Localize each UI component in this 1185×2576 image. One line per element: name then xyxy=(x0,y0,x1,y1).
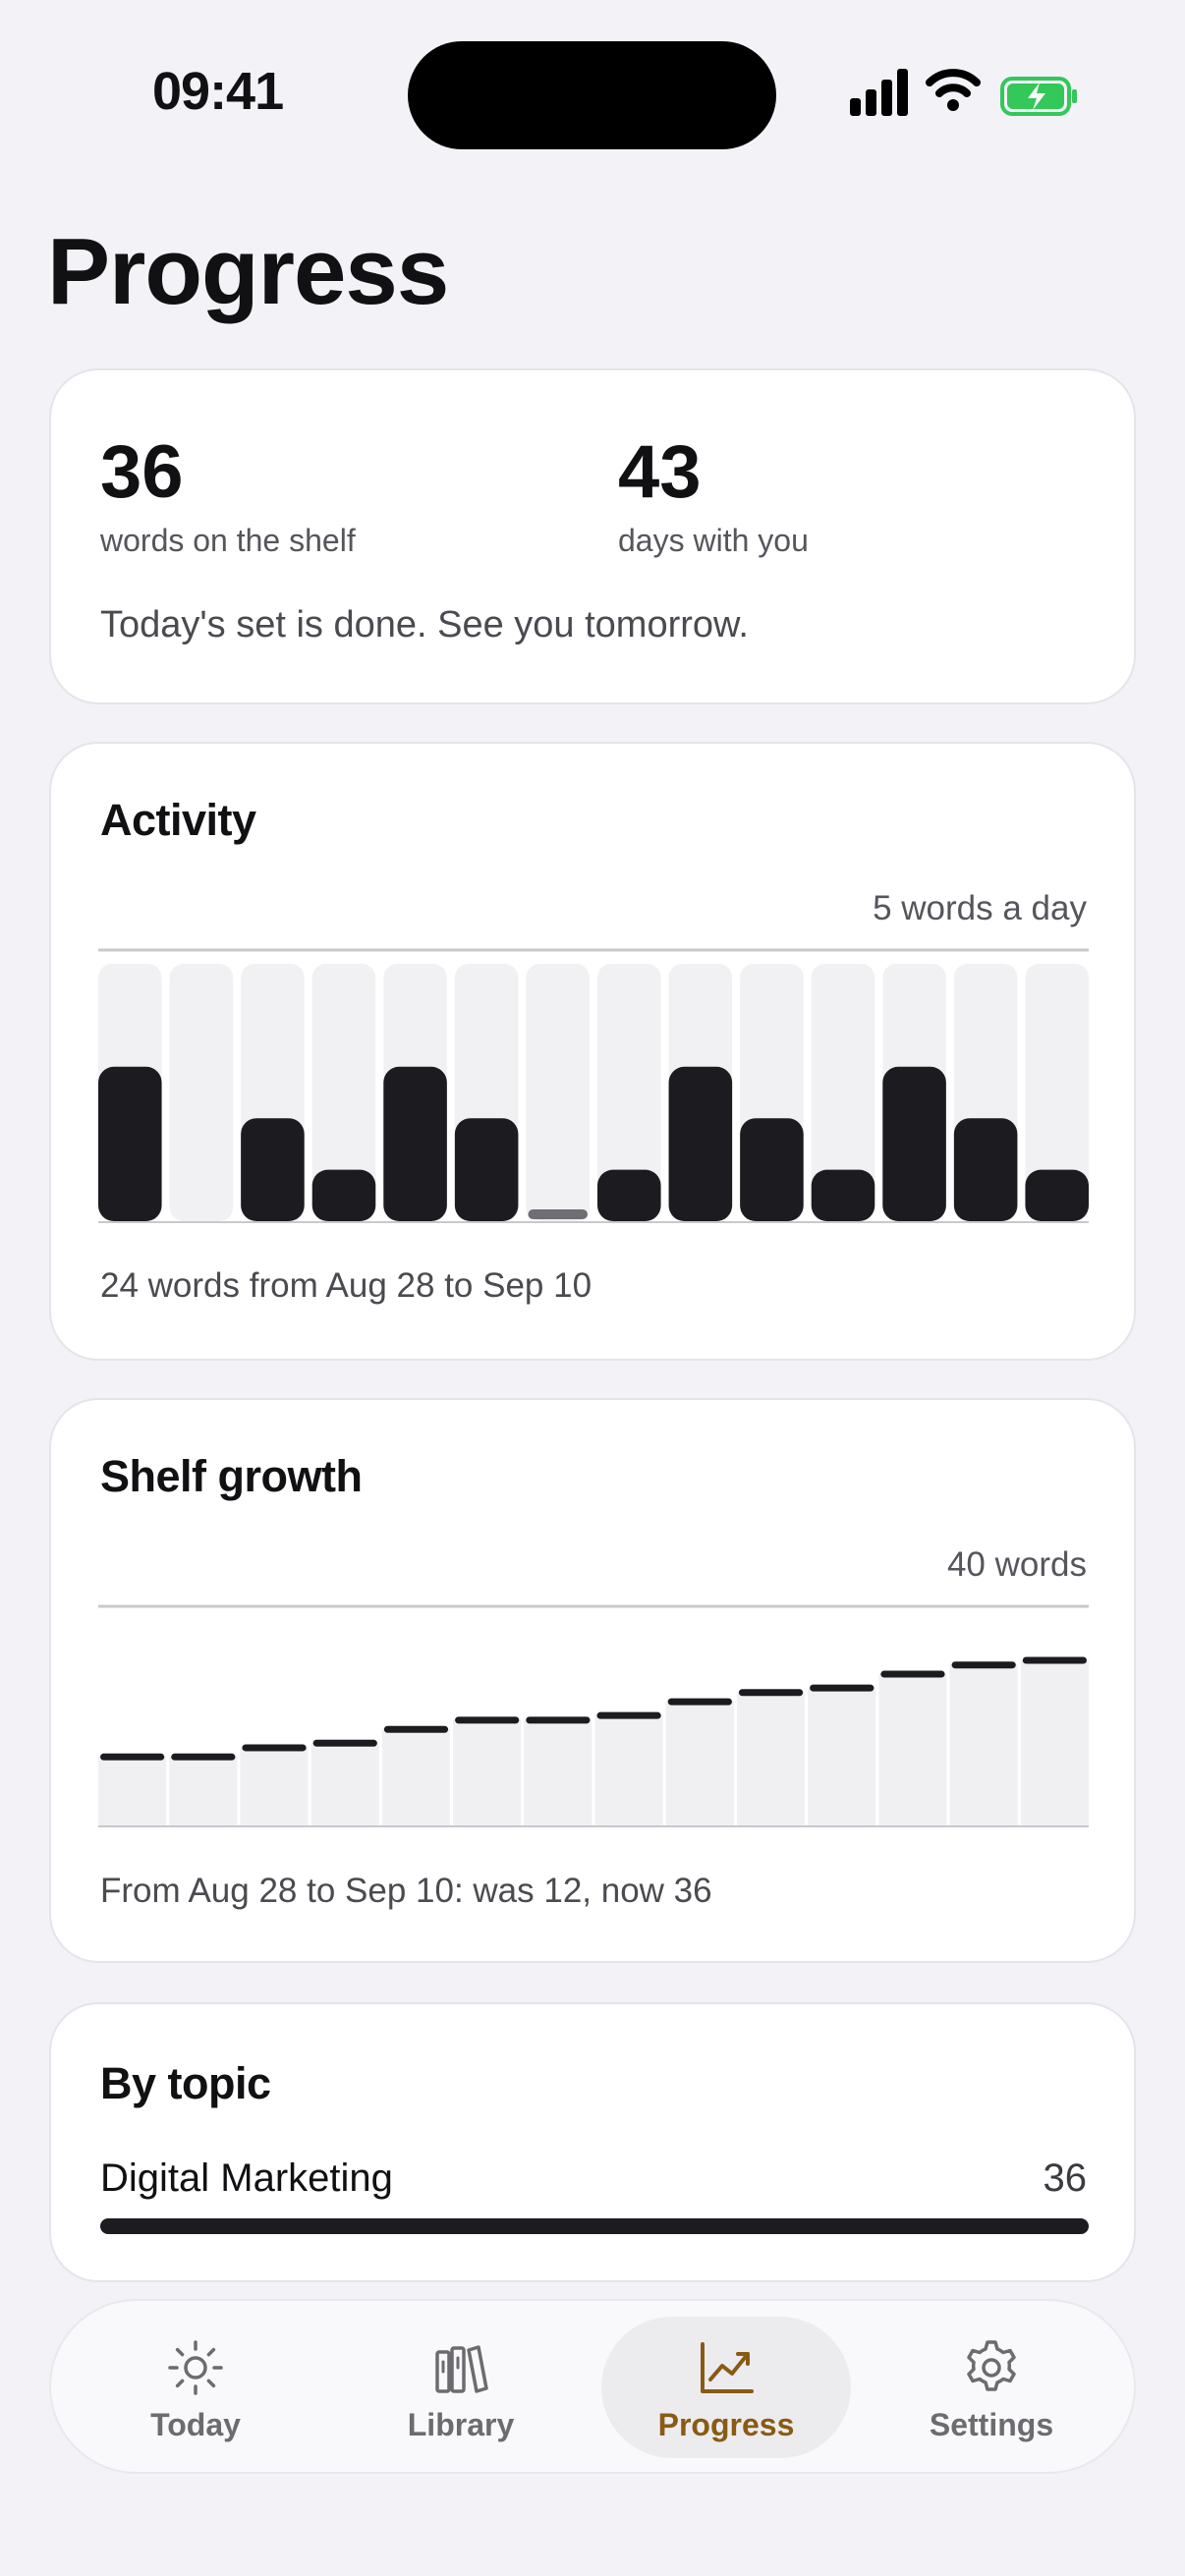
status-time: 09:41 xyxy=(152,62,284,121)
tab-progress[interactable]: Progress xyxy=(601,2317,851,2458)
shelf-bar xyxy=(381,1728,451,1825)
shelf-growth-footer: From Aug 28 to Sep 10: was 12, now 36 xyxy=(100,1872,712,1910)
shelf-bar xyxy=(949,1664,1018,1825)
activity-bar xyxy=(98,1066,162,1221)
dynamic-island xyxy=(408,41,776,149)
shelf-bar xyxy=(736,1692,806,1825)
shelf-bar-cap xyxy=(1022,1656,1087,1664)
wifi-icon xyxy=(926,69,981,111)
tab-library-label: Library xyxy=(407,2407,515,2442)
activity-bar xyxy=(740,1118,804,1221)
shelf-bar-cap xyxy=(596,1711,661,1719)
words-count: 36 xyxy=(100,430,184,514)
tab-settings[interactable]: Settings xyxy=(867,2317,1116,2458)
shelf-bar-cap xyxy=(951,1661,1016,1669)
status-message: Today's set is done. See you tomorrow. xyxy=(100,604,749,645)
cellular-signal-icon xyxy=(850,69,908,116)
shelf-bar xyxy=(1020,1659,1089,1825)
shelf-bar-cap xyxy=(526,1716,591,1724)
chart-icon xyxy=(701,2342,754,2393)
topic-name: Digital Marketing xyxy=(100,2156,393,2200)
days-count: 43 xyxy=(618,430,702,514)
activity-bar xyxy=(882,1066,946,1221)
activity-bar xyxy=(241,1118,305,1221)
activity-bar-track xyxy=(526,964,590,1221)
words-label: words on the shelf xyxy=(100,523,356,558)
activity-title: Activity xyxy=(100,795,256,845)
stats-card: 36 words on the shelf 43 days with you T… xyxy=(49,368,1136,704)
shelf-bar-cap xyxy=(667,1698,732,1706)
sun-icon xyxy=(168,2340,223,2395)
activity-bar-track xyxy=(169,964,234,1221)
topic-count: 36 xyxy=(1043,2156,1088,2200)
shelf-bar-cap xyxy=(810,1684,875,1692)
shelf-bar-cap xyxy=(171,1753,236,1761)
by-topic-card: By topic Digital Marketing 36 xyxy=(49,2002,1136,2282)
tab-settings-label: Settings xyxy=(929,2407,1054,2442)
shelf-bar-cap xyxy=(100,1753,165,1761)
shelf-bar-cap xyxy=(383,1725,449,1733)
days-label: days with you xyxy=(618,523,809,558)
activity-footer: 24 words from Aug 28 to Sep 10 xyxy=(100,1266,592,1305)
shelf-bar-cap xyxy=(738,1689,804,1697)
shelf-growth-chart xyxy=(98,1604,1089,1827)
shelf-bar-cap xyxy=(455,1716,520,1724)
tab-progress-label: Progress xyxy=(657,2407,795,2442)
shelf-bar-cap xyxy=(312,1739,377,1747)
shelf-bar xyxy=(808,1687,876,1825)
shelf-bar xyxy=(169,1756,238,1825)
shelf-bar xyxy=(310,1742,379,1825)
battery-charging-icon xyxy=(1000,77,1077,116)
shelf-bar xyxy=(240,1747,309,1825)
activity-bar xyxy=(311,1169,376,1221)
tab-today[interactable]: Today xyxy=(71,2317,320,2458)
tab-bar: Today Library Progress Settings xyxy=(49,2299,1136,2474)
shelf-bar xyxy=(878,1673,947,1825)
books-icon xyxy=(435,2345,488,2393)
shelf-bar xyxy=(524,1719,592,1825)
shelf-bar xyxy=(665,1701,734,1825)
shelf-bar-cap xyxy=(880,1670,945,1678)
activity-card: Activity 5 words a day 24 words from Aug… xyxy=(49,742,1136,1361)
shelf-bar xyxy=(98,1756,167,1825)
shelf-growth-title: Shelf growth xyxy=(100,1451,363,1501)
activity-bar xyxy=(1025,1169,1089,1221)
activity-scale-label: 5 words a day xyxy=(873,889,1087,927)
shelf-bar xyxy=(594,1714,663,1825)
activity-bar xyxy=(383,1066,447,1221)
tab-library[interactable]: Library xyxy=(336,2317,586,2458)
activity-bar xyxy=(668,1066,733,1221)
shelf-growth-scale-label: 40 words xyxy=(946,1545,1087,1584)
shelf-growth-card: Shelf growth 40 words From Aug 28 to Sep… xyxy=(49,1398,1136,1963)
activity-bar xyxy=(597,1169,661,1221)
topic-share-bar xyxy=(100,2218,1089,2234)
by-topic-title: By topic xyxy=(100,2058,271,2108)
activity-bar xyxy=(953,1118,1018,1221)
gear-icon xyxy=(967,2340,1016,2391)
activity-bar-today xyxy=(528,1209,588,1219)
activity-bar xyxy=(454,1118,519,1221)
shelf-bar-cap xyxy=(242,1744,307,1752)
shelf-bar xyxy=(453,1719,522,1825)
tab-today-label: Today xyxy=(150,2407,241,2442)
page-title: Progress xyxy=(47,219,449,324)
activity-chart xyxy=(98,948,1089,1223)
activity-bar xyxy=(811,1169,875,1221)
